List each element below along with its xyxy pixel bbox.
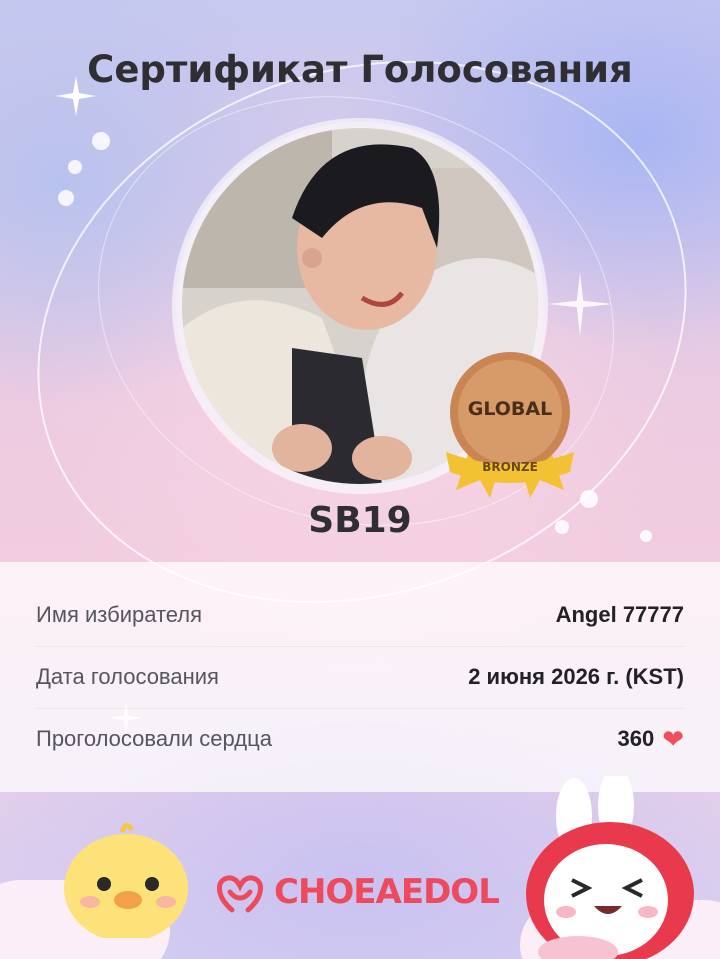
double-heart-logo-icon — [217, 875, 263, 913]
hearts-voted-row: Проголосовали сердца 360 ❤ — [36, 708, 684, 770]
vote-date-label: Дата голосования — [36, 664, 219, 689]
moon-icon — [564, 152, 596, 216]
artist-name: SB19 — [308, 500, 412, 541]
hearts-voted-label: Проголосовали сердца — [36, 726, 272, 751]
sparkle-dot — [58, 190, 74, 206]
badge-global-text: GLOBAL — [467, 398, 553, 420]
brand-name: CHOEAEDOL — [274, 872, 500, 912]
bunny-mascot-icon — [526, 776, 694, 959]
voter-name-label: Имя избирателя — [36, 602, 203, 627]
hearts-voted-value-group: 360 ❤ — [617, 724, 684, 755]
sparkle-star-icon — [548, 272, 612, 336]
certificate-card: Сертификат Голосования GLOBAL BRONZE SB1… — [0, 0, 720, 959]
hearts-voted-value: 360 — [617, 726, 655, 751]
vote-date-value: 2 июня 2026 г. (KST) — [468, 664, 684, 689]
sparkle-dot — [92, 132, 110, 150]
vote-date-row: Дата голосования 2 июня 2026 г. (KST) — [36, 646, 684, 708]
certificate-title: Сертификат Голосования — [87, 48, 633, 91]
voter-name-row: Имя избирателя Angel 77777 — [36, 584, 684, 646]
global-bronze-badge — [446, 352, 574, 498]
chick-mascot-icon — [64, 823, 188, 938]
brand-logo: CHOEAEDOL — [214, 866, 514, 918]
sparkle-dot — [68, 160, 82, 174]
voter-name-value: Angel 77777 — [555, 602, 684, 627]
badge-bronze-text: BRONZE — [482, 460, 538, 474]
heart-icon: ❤ — [662, 723, 684, 754]
